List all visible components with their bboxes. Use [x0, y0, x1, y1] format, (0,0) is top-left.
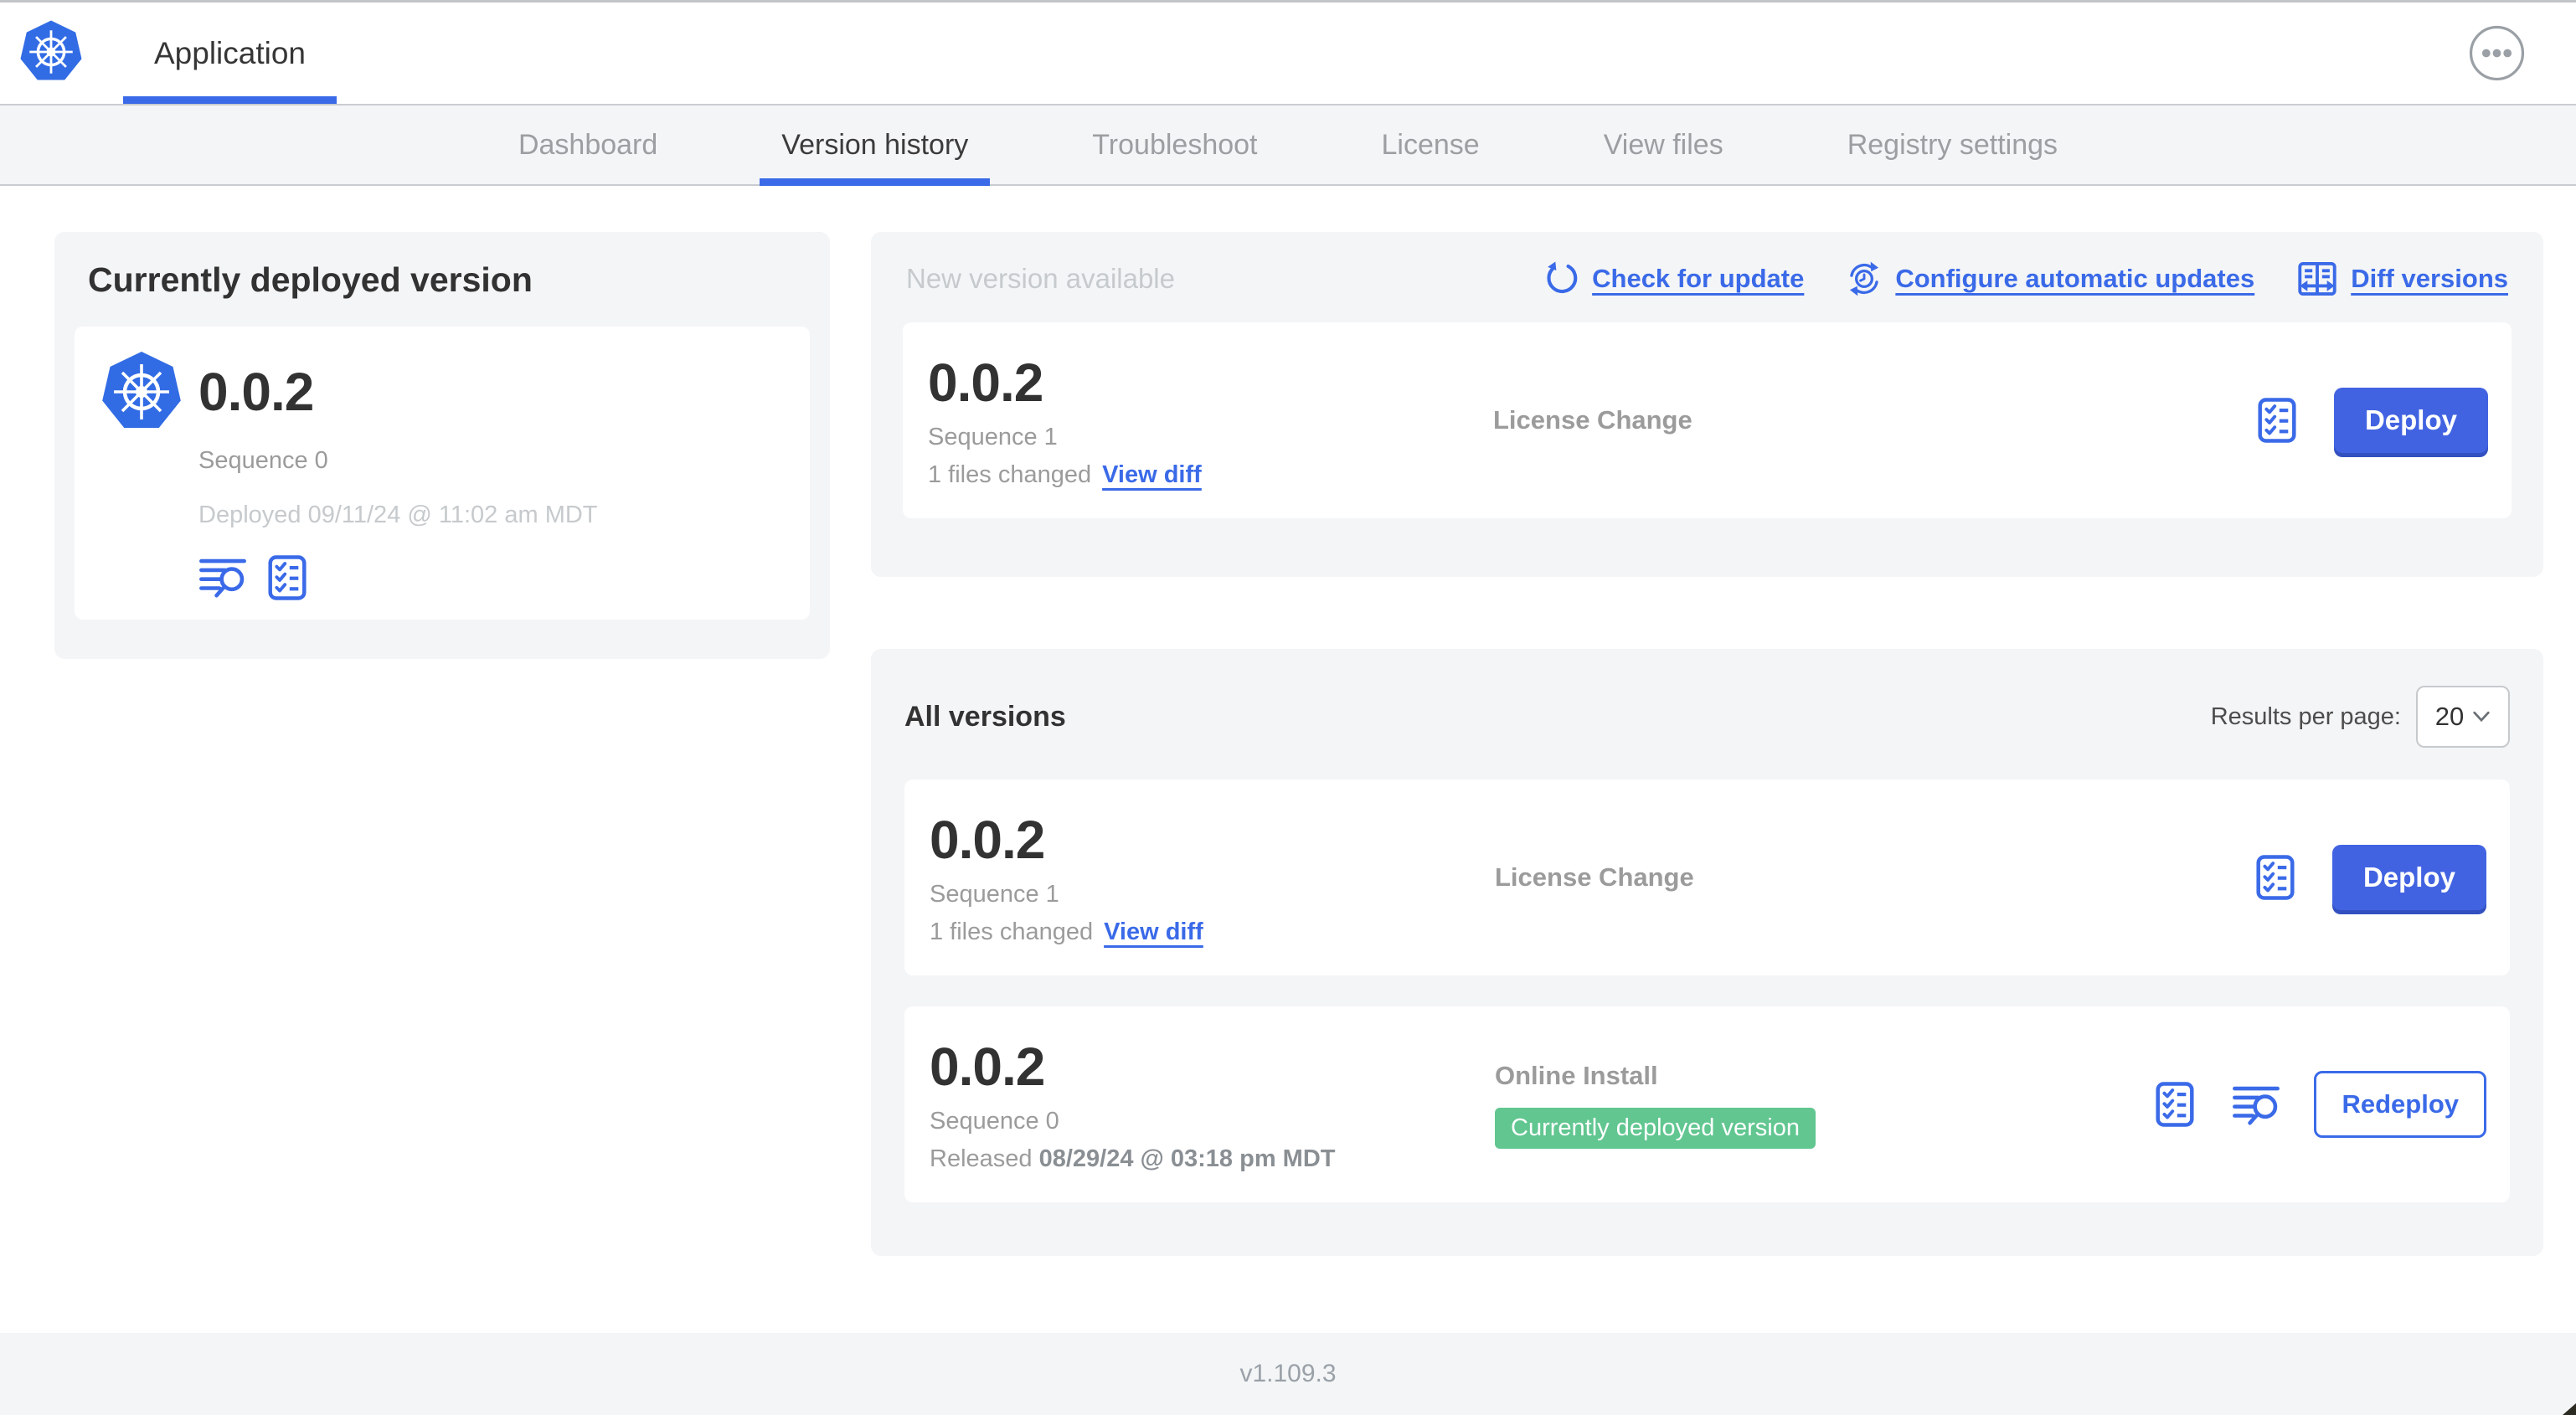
app-subnav: Dashboard Version history Troubleshoot L…	[0, 104, 2576, 186]
source-label: License Change	[1495, 862, 1694, 892]
new-version-heading: New version available	[906, 263, 1175, 294]
all-versions-heading: All versions	[904, 700, 1066, 733]
view-diff-link[interactable]: View diff	[1104, 918, 1203, 946]
deploy-button[interactable]: Deploy	[2331, 845, 2486, 910]
logs-icon	[2232, 1082, 2280, 1127]
deployed-version-number: 0.0.2	[198, 362, 314, 422]
currently-deployed-badge: Currently deployed version	[1495, 1107, 1816, 1149]
diff-icon	[2296, 260, 2338, 297]
source-label: License Change	[1493, 405, 1692, 435]
kubernetes-logo-icon	[18, 19, 84, 85]
all-versions-section: All versions Results per page: 20 0.0.2	[871, 649, 2543, 1256]
configure-automatic-updates-link[interactable]: Configure automatic updates	[1846, 260, 2254, 297]
version-history-column: New version available Check for update C…	[871, 232, 2543, 1256]
released-timestamp: Released 08/29/24 @ 03:18 pm MDT	[930, 1145, 1336, 1172]
version-number: 0.0.2	[930, 1037, 1045, 1097]
ellipsis-icon	[2469, 25, 2525, 81]
deployed-sequence-label: Sequence 0	[198, 447, 328, 474]
checklist-icon	[2151, 1081, 2198, 1128]
check-for-update-link[interactable]: Check for update	[1543, 260, 1804, 297]
preflight-checks-button[interactable]	[264, 554, 311, 601]
version-row: 0.0.2 Sequence 1 1 files changed View di…	[904, 780, 2510, 975]
currently-deployed-heading: Currently deployed version	[88, 260, 533, 299]
tab-license[interactable]: License	[1360, 105, 1502, 184]
view-logs-button[interactable]	[198, 554, 247, 601]
files-changed-label: 1 files changed	[928, 461, 1092, 488]
kubernetes-app-icon	[100, 350, 183, 434]
refresh-icon	[1543, 260, 1579, 297]
top-bar: Application	[0, 3, 2576, 104]
version-row: 0.0.2 Sequence 0 Released 08/29/24 @ 03:…	[904, 1006, 2510, 1202]
results-per-page-select[interactable]: 20	[2416, 686, 2510, 748]
preflight-checks-button[interactable]	[2252, 854, 2299, 901]
version-number: 0.0.2	[930, 810, 1045, 870]
checklist-icon	[2254, 397, 2300, 444]
redeploy-button[interactable]: Redeploy	[2314, 1071, 2486, 1138]
version-number: 0.0.2	[928, 352, 1043, 413]
sequence-label: Sequence 0	[930, 1108, 1059, 1135]
logs-icon	[198, 554, 247, 601]
console-version-label: v1.109.3	[1239, 1360, 1337, 1387]
main-content: Currently deployed version 0.0.2 Sequenc…	[0, 186, 2576, 1256]
new-version-section: New version available Check for update C…	[871, 232, 2543, 577]
sequence-label: Sequence 1	[930, 881, 1059, 908]
currently-deployed-card: Currently deployed version 0.0.2 Sequenc…	[54, 232, 830, 659]
tab-version-history[interactable]: Version history	[760, 105, 991, 186]
tab-dashboard[interactable]: Dashboard	[497, 105, 679, 184]
deploy-button[interactable]: Deploy	[2333, 388, 2488, 453]
sequence-label: Sequence 1	[928, 424, 1058, 450]
view-logs-button[interactable]	[2232, 1082, 2280, 1127]
tab-registry-settings[interactable]: Registry settings	[1826, 105, 2079, 184]
checklist-icon	[2252, 854, 2299, 901]
results-per-page-label: Results per page:	[2210, 702, 2401, 730]
app-tab-application[interactable]: Application	[123, 3, 337, 104]
chevron-down-icon	[2472, 711, 2491, 723]
files-changed-label: 1 files changed	[930, 918, 1094, 945]
tab-troubleshoot[interactable]: Troubleshoot	[1070, 105, 1279, 184]
preflight-checks-button[interactable]	[2151, 1081, 2198, 1128]
source-label: Online Install	[1495, 1060, 1658, 1090]
deployed-version-card: 0.0.2 Sequence 0 Deployed 09/11/24 @ 11:…	[75, 327, 810, 620]
more-menu-button[interactable]	[2469, 25, 2525, 81]
app-title: Application	[154, 35, 307, 70]
tab-view-files[interactable]: View files	[1582, 105, 1745, 184]
clock-sync-icon	[1846, 260, 1883, 297]
deployed-timestamp: Deployed 09/11/24 @ 11:02 am MDT	[198, 502, 598, 528]
checklist-icon	[264, 554, 311, 601]
diff-versions-link[interactable]: Diff versions	[2296, 260, 2508, 297]
footer: v1.109.3	[0, 1333, 2576, 1415]
view-diff-link[interactable]: View diff	[1102, 461, 1202, 489]
preflight-checks-button[interactable]	[2254, 397, 2300, 444]
new-version-row: 0.0.2 Sequence 1 1 files changed View di…	[903, 322, 2512, 518]
